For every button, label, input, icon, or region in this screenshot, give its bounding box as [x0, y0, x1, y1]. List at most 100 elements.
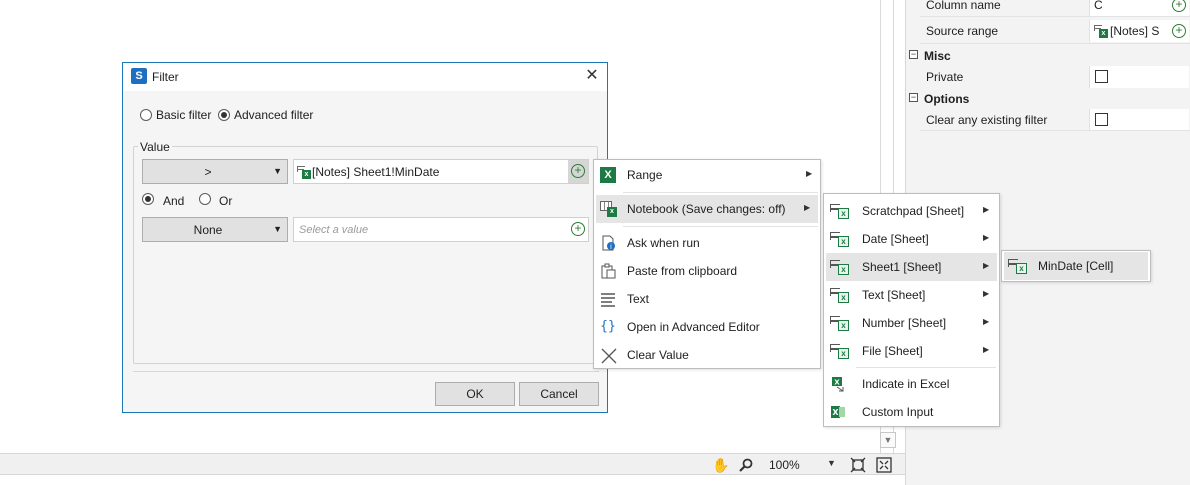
- cell-icon: x: [1008, 257, 1028, 274]
- sheet-icon: x: [830, 202, 850, 219]
- submenu-arrow-icon: ▶: [983, 233, 990, 242]
- operator-dropdown-2[interactable]: None ▼: [142, 217, 288, 242]
- menu-item-sheet[interactable]: x File [Sheet] ▶: [826, 337, 997, 365]
- submenu-arrow-icon: ▶: [983, 205, 990, 214]
- menu-item-label: MinDate [Cell]: [1038, 259, 1114, 273]
- value-text: [Notes] Sheet1!MinDate: [312, 165, 440, 179]
- status-bar: ✋ 100% ▼: [0, 453, 905, 475]
- menu-item-label: Scratchpad [Sheet]: [862, 204, 965, 218]
- menu-item-label: Paste from clipboard: [627, 264, 738, 278]
- property-value-field: [1089, 109, 1189, 131]
- sheet-icon: x: [830, 258, 850, 275]
- menu-item-sheet[interactable]: x Date [Sheet] ▶: [826, 225, 997, 253]
- svg-text:X: X: [832, 408, 839, 417]
- sheet-icon: x: [830, 314, 850, 331]
- fit-to-window-icon[interactable]: [850, 457, 866, 473]
- property-row-private[interactable]: Private: [906, 66, 1190, 88]
- menu-item-label: Range: [627, 168, 663, 182]
- add-circle-icon[interactable]: +: [1172, 0, 1186, 12]
- menu-item-label: Sheet1 [Sheet]: [862, 260, 942, 274]
- menu-item-clear-value[interactable]: Clear Value: [596, 341, 818, 369]
- chevron-down-icon: ▼: [273, 166, 282, 176]
- value-picker-button[interactable]: +: [568, 218, 588, 241]
- app-logo-icon: S: [131, 68, 147, 84]
- advanced-filter-radio[interactable]: [218, 109, 230, 121]
- basic-filter-label[interactable]: Basic filter: [156, 108, 211, 122]
- collapse-icon[interactable]: −: [909, 93, 918, 102]
- value-picker-button[interactable]: +: [568, 160, 588, 183]
- indicate-excel-icon: X: [830, 376, 846, 392]
- operator-dropdown-1[interactable]: > ▼: [142, 159, 288, 184]
- and-radio[interactable]: [142, 193, 154, 205]
- menu-item-indicate-in-excel[interactable]: X Indicate in Excel: [826, 370, 997, 398]
- add-circle-icon[interactable]: +: [1172, 24, 1186, 38]
- menu-item-label: Clear Value: [627, 348, 689, 362]
- text-icon: [600, 291, 616, 307]
- menu-item-label: Notebook (Save changes: off): [627, 202, 786, 216]
- cancel-button[interactable]: Cancel: [519, 382, 599, 406]
- menu-item-notebook[interactable]: x Notebook (Save changes: off) ▶: [596, 195, 818, 223]
- value-placeholder: Select a value: [299, 224, 369, 236]
- property-value-field[interactable]: x [Notes] S +: [1089, 20, 1189, 42]
- property-row-source-range[interactable]: Source range x [Notes] S +: [906, 20, 1190, 42]
- ask-icon: i: [600, 235, 616, 251]
- or-radio[interactable]: [199, 193, 211, 205]
- advanced-filter-label[interactable]: Advanced filter: [234, 108, 313, 122]
- property-row-column-name[interactable]: Column name C +: [906, 0, 1190, 16]
- collapse-icon[interactable]: −: [909, 50, 918, 59]
- and-label[interactable]: And: [163, 194, 184, 208]
- dialog-title: Filter: [152, 70, 179, 84]
- property-value[interactable]: C: [1094, 0, 1103, 12]
- submenu-arrow-icon: ▶: [983, 345, 990, 354]
- zoom-dropdown-icon[interactable]: ▼: [827, 458, 836, 468]
- property-value-field[interactable]: C +: [1089, 0, 1189, 16]
- property-label: Private: [926, 70, 964, 84]
- menu-item-label: Text [Sheet]: [862, 288, 926, 302]
- property-row-clear-filter[interactable]: Clear any existing filter: [906, 109, 1190, 131]
- ok-button[interactable]: OK: [435, 382, 515, 406]
- sheet-icon: x: [830, 286, 850, 303]
- menu-item-sheet[interactable]: x Text [Sheet] ▶: [826, 281, 997, 309]
- property-value[interactable]: [Notes] S: [1110, 24, 1159, 38]
- private-checkbox[interactable]: [1095, 70, 1108, 83]
- menu-item-cell-mindate[interactable]: x MinDate [Cell]: [1004, 252, 1148, 280]
- actual-size-icon[interactable]: [876, 457, 892, 473]
- property-group-misc[interactable]: − Misc: [906, 45, 1190, 67]
- zoom-level[interactable]: 100%: [769, 458, 800, 472]
- submenu-arrow-icon: ▶: [983, 317, 990, 326]
- value-field-1[interactable]: x [Notes] Sheet1!MinDate +: [293, 159, 589, 184]
- menu-item-text[interactable]: Text: [596, 285, 818, 313]
- basic-filter-radio[interactable]: [140, 109, 152, 121]
- group-label: Options: [924, 92, 970, 106]
- dialog-titlebar[interactable]: S Filter ✕: [123, 63, 607, 91]
- value-field-2[interactable]: Select a value +: [293, 217, 589, 242]
- menu-item-label: Custom Input: [862, 405, 934, 419]
- menu-item-sheet[interactable]: x Sheet1 [Sheet] ▶: [826, 253, 997, 281]
- menu-item-advanced-editor[interactable]: {} Open in Advanced Editor: [596, 313, 818, 341]
- zoom-magnifier-icon[interactable]: [738, 457, 754, 473]
- close-icon[interactable]: ✕: [581, 66, 603, 88]
- value-group-label: Value: [138, 140, 172, 154]
- menu-item-ask-when-run[interactable]: i Ask when run: [596, 229, 818, 257]
- menu-item-sheet[interactable]: x Scratchpad [Sheet] ▶: [826, 197, 997, 225]
- menu-item-custom-input[interactable]: X Custom Input: [826, 398, 997, 426]
- excel-icon: X: [600, 167, 616, 183]
- menu-item-paste-clipboard[interactable]: Paste from clipboard: [596, 257, 818, 285]
- sheet-range-icon: x: [297, 165, 311, 179]
- scroll-down-icon[interactable]: ▼: [880, 432, 896, 448]
- braces-icon: {}: [600, 319, 616, 334]
- property-group-options[interactable]: − Options: [906, 88, 1190, 110]
- sheet1-submenu: x MinDate [Cell]: [1001, 250, 1151, 282]
- sheet-icon: x: [830, 342, 850, 359]
- sheet-range-icon: x: [1094, 24, 1108, 38]
- svg-text:i: i: [610, 243, 612, 251]
- or-label[interactable]: Or: [219, 194, 232, 208]
- menu-item-range[interactable]: X Range ▶: [596, 161, 818, 189]
- pan-hand-icon[interactable]: ✋: [712, 457, 729, 473]
- submenu-arrow-icon: ▶: [806, 169, 813, 178]
- operator-value: None: [193, 223, 223, 237]
- add-circle-icon: +: [571, 164, 585, 178]
- menu-item-sheet[interactable]: x Number [Sheet] ▶: [826, 309, 997, 337]
- property-label: Clear any existing filter: [926, 113, 1048, 127]
- clear-filter-checkbox[interactable]: [1095, 113, 1108, 126]
